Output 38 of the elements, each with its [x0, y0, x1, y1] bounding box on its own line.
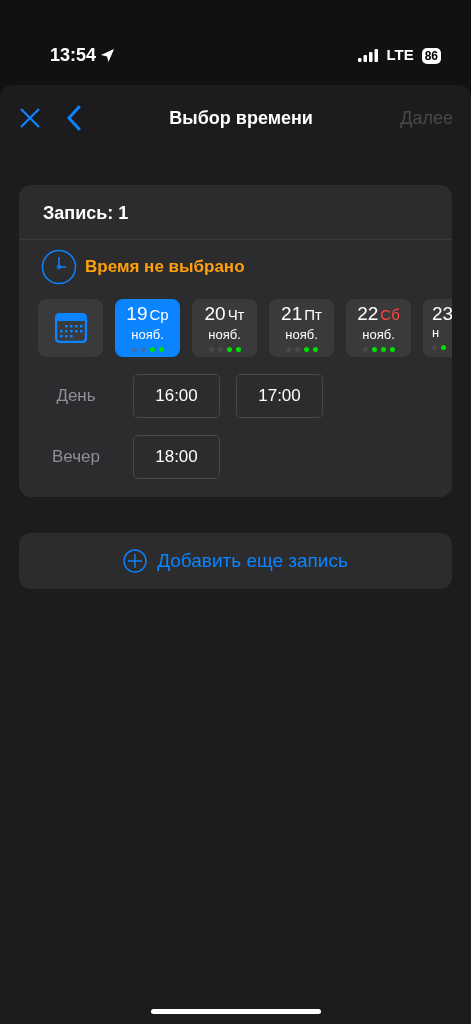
- screen-title: Выбор времени: [168, 106, 314, 130]
- period-label: Вечер: [51, 446, 101, 469]
- clock-icon: [41, 249, 77, 285]
- date-day: 23: [432, 303, 452, 325]
- date-button[interactable]: 22Сб нояб.: [346, 299, 411, 357]
- month-label: нояб.: [362, 326, 395, 343]
- weekday-label: Пт: [304, 305, 322, 325]
- add-record-button[interactable]: Добавить еще запись: [19, 533, 452, 589]
- status-text: Время не выбрано: [85, 256, 245, 279]
- location-arrow-icon: [100, 48, 116, 63]
- calendar-icon: [54, 313, 87, 343]
- date-button[interactable]: 23 н: [423, 299, 452, 357]
- network-label: LTE: [386, 45, 414, 66]
- plus-icon: [123, 549, 148, 573]
- date-button[interactable]: 21Пт нояб.: [269, 299, 334, 357]
- date-day: 20: [204, 303, 226, 325]
- month-label: н: [432, 325, 440, 341]
- date-button[interactable]: 19Ср нояб.: [115, 299, 180, 357]
- month-label: нояб.: [131, 326, 164, 343]
- date-day: 19: [126, 303, 148, 325]
- month-label: нояб.: [208, 326, 241, 343]
- status-time: 13:54: [50, 44, 97, 67]
- date-day: 22: [357, 303, 379, 325]
- calendar-button[interactable]: [38, 299, 103, 357]
- period-label: День: [55, 385, 97, 408]
- weekday-label: Сб: [380, 305, 400, 325]
- record-title: Запись: 1: [42, 202, 130, 225]
- date-button[interactable]: 20 Чт нояб.: [192, 299, 257, 357]
- date-day: 21: [281, 303, 303, 325]
- weekday-label: Чт: [227, 305, 245, 325]
- back-button[interactable]: [66, 105, 82, 131]
- month-label: нояб.: [285, 326, 318, 343]
- time-slot-button[interactable]: 18:00: [133, 435, 220, 479]
- battery-indicator: 86: [421, 47, 441, 64]
- weekday-label: Ср: [149, 305, 169, 325]
- time-slot-button[interactable]: 17:00: [236, 374, 323, 418]
- time-slot-button[interactable]: 16:00: [133, 374, 220, 418]
- signal-icon: [358, 49, 379, 62]
